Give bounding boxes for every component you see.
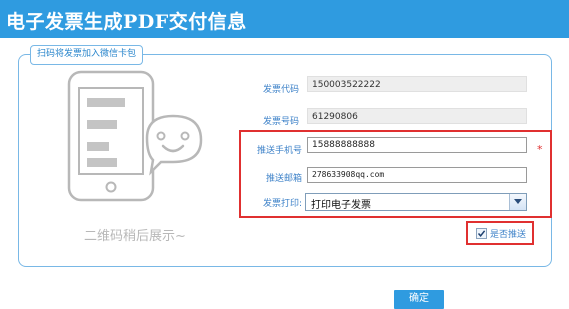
push-fields-highlight [239, 130, 552, 218]
push-checkbox-group[interactable]: 是否推送 [476, 227, 526, 240]
invoice-code-label: 发票代码 [262, 85, 299, 95]
title-bar: 电子发票生成PDF交付信息 [0, 0, 569, 38]
invoice-code-value: 150003522222 [307, 76, 527, 92]
chat-bubble-icon [145, 114, 203, 176]
qr-code-placeholder-text: 二维码稍后展示~ [84, 229, 186, 244]
phone-icon [67, 70, 155, 202]
panel-legend: 扫码将发票加入微信卡包 [30, 45, 144, 65]
invoice-number-label: 发票号码 [262, 117, 299, 127]
push-checkbox[interactable] [476, 228, 487, 239]
phone-chat-illustration [67, 70, 203, 202]
page-title: 电子发票生成PDF交付信息 [6, 11, 247, 33]
invoice-number-value: 61290806 [307, 108, 527, 124]
confirm-button[interactable]: 确定 [394, 290, 444, 309]
push-checkbox-label: 是否推送 [490, 230, 527, 240]
checkmark-icon [477, 230, 486, 237]
